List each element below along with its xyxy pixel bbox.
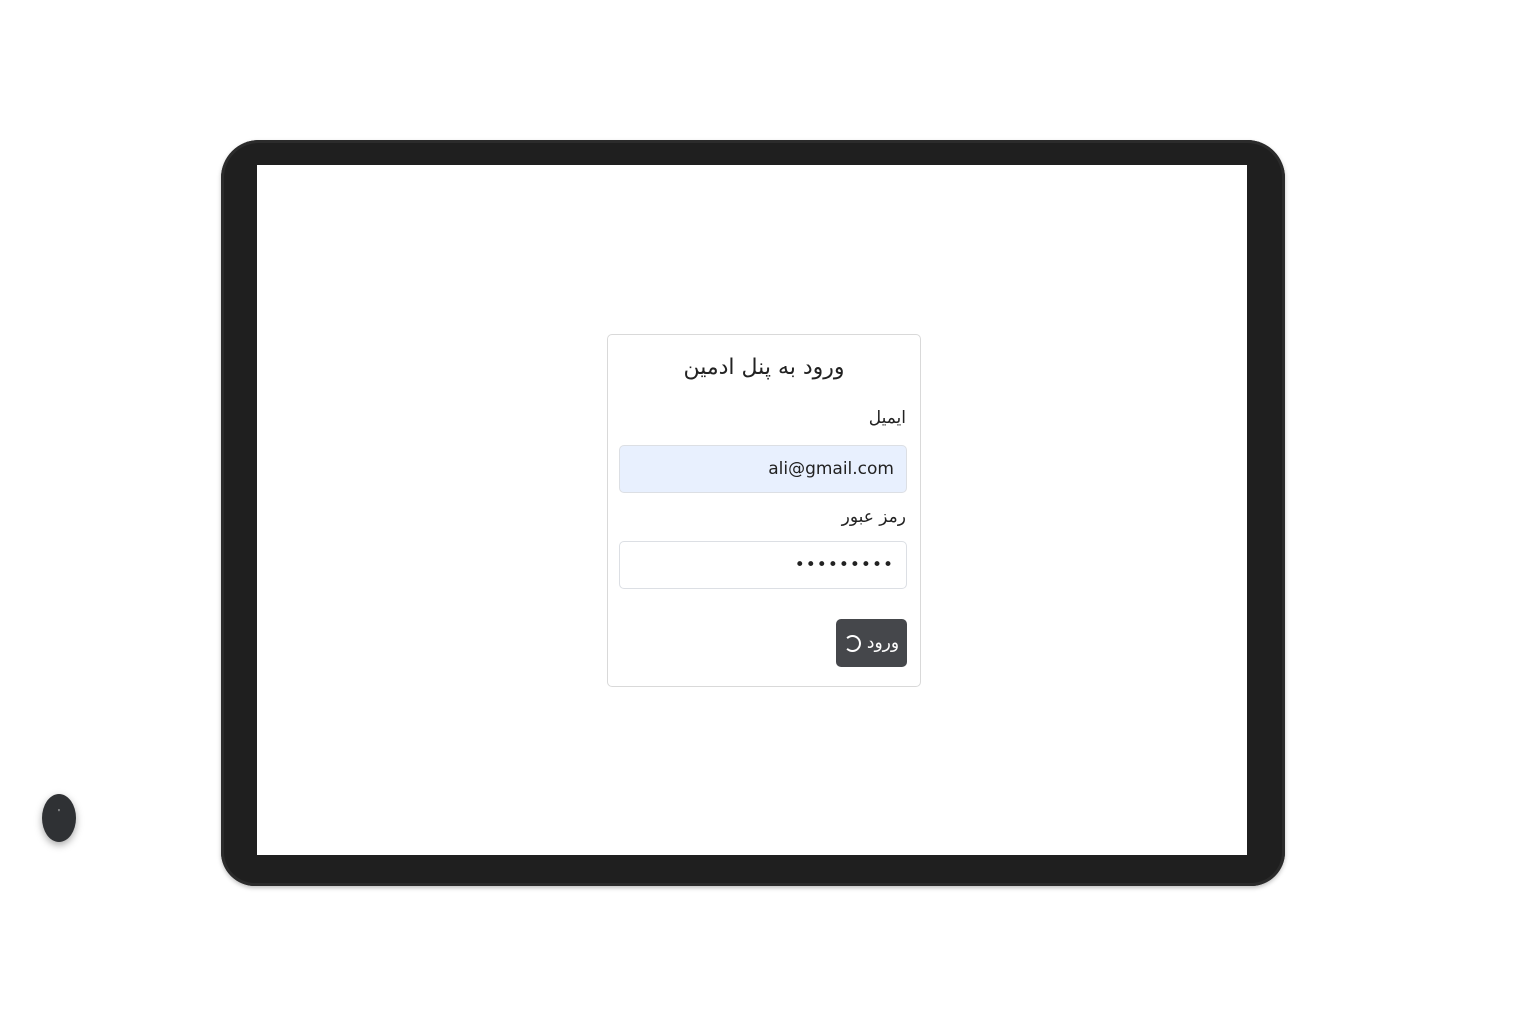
password-label: رمز عبور <box>841 507 906 527</box>
email-label: ایمیل <box>868 408 906 428</box>
login-button[interactable]: ورود <box>836 619 907 667</box>
tablet-screen: ورود به پنل ادمین ایمیل رمز عبور ورود <box>257 165 1247 855</box>
login-button-label: ورود <box>866 633 900 653</box>
floating-action-button[interactable]: ' <box>42 794 76 842</box>
login-title: ورود به پنل ادمین <box>683 355 845 380</box>
password-input[interactable] <box>619 541 907 589</box>
tablet-frame: ورود به پنل ادمین ایمیل رمز عبور ورود <box>221 140 1285 886</box>
email-input[interactable] <box>619 445 907 493</box>
login-card: ورود به پنل ادمین ایمیل رمز عبور ورود <box>607 334 921 687</box>
fab-icon: ' <box>57 808 61 817</box>
loading-spinner-icon <box>843 634 861 652</box>
